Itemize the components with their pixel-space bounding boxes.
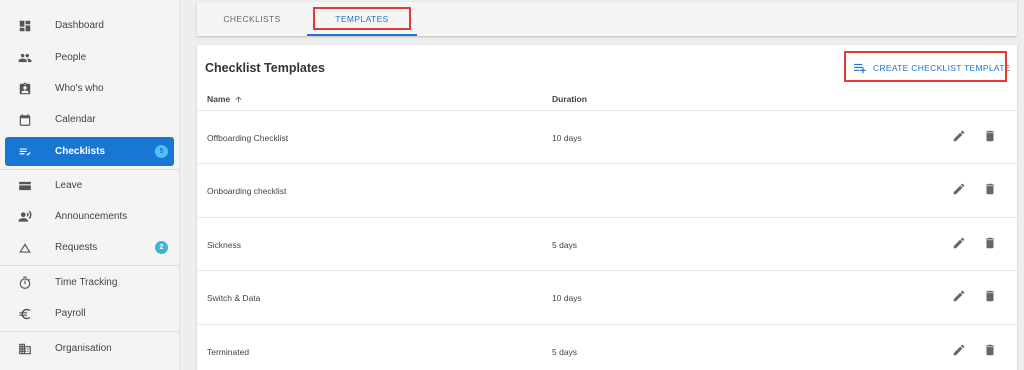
edit-icon[interactable] xyxy=(952,129,966,143)
sidebar-divider xyxy=(0,265,180,266)
sidebar-item-calendar[interactable]: Calendar xyxy=(5,105,174,134)
table-row[interactable]: Sickness 5 days xyxy=(197,217,1017,270)
sidebar-item-time-tracking[interactable]: Time Tracking xyxy=(5,268,174,297)
sidebar-item-organisation[interactable]: Organisation xyxy=(5,334,174,363)
sidebar-item-dashboard[interactable]: Dashboard xyxy=(5,11,174,40)
edit-icon[interactable] xyxy=(952,182,966,196)
page-title: Checklist Templates xyxy=(205,61,325,75)
template-name: Sickness xyxy=(207,240,242,250)
edit-icon[interactable] xyxy=(952,289,966,303)
sidebar-item-label: Organisation xyxy=(55,343,112,354)
column-header-duration: Duration xyxy=(552,94,587,104)
sidebar-item-label: People xyxy=(55,52,87,63)
column-header-label: Name xyxy=(207,94,231,104)
contact-badge-icon xyxy=(18,82,32,96)
people-icon xyxy=(18,51,32,65)
templates-card: Checklist Templates CREATE CHECKLIST TEM… xyxy=(197,45,1017,370)
checklist-icon xyxy=(18,145,32,159)
sidebar-item-leave[interactable]: Leave xyxy=(5,171,174,200)
template-duration: 5 days xyxy=(552,240,578,250)
template-duration: 10 days xyxy=(552,133,582,143)
edit-icon[interactable] xyxy=(952,343,966,357)
announcement-icon xyxy=(18,210,32,224)
arrow-up-icon xyxy=(235,96,242,102)
template-name: Offboarding Checklist xyxy=(207,133,289,143)
sidebar-item-requests[interactable]: Requests 2 xyxy=(5,233,174,262)
table-row[interactable]: Terminated 5 days xyxy=(197,324,1017,370)
template-name: Switch & Data xyxy=(207,293,261,303)
template-name: Terminated xyxy=(207,347,250,357)
edit-icon[interactable] xyxy=(952,236,966,250)
column-header-name[interactable]: Name xyxy=(207,94,243,104)
triangle-icon xyxy=(18,241,32,255)
active-tab-indicator xyxy=(307,34,417,36)
sidebar-item-label: Calendar xyxy=(55,114,96,125)
tab-checklists[interactable]: CHECKLISTS xyxy=(197,2,307,36)
table-row[interactable]: Onboarding checklist xyxy=(197,163,1017,216)
sidebar-item-label: Requests xyxy=(55,242,98,253)
stopwatch-icon xyxy=(18,276,32,290)
delete-icon[interactable] xyxy=(983,343,997,357)
delete-icon[interactable] xyxy=(983,236,997,250)
template-duration: 10 days xyxy=(552,293,582,303)
leave-icon xyxy=(18,179,32,193)
sidebar-item-people[interactable]: People xyxy=(5,43,174,72)
sidebar-item-label: Leave xyxy=(55,180,83,191)
sidebar-item-label: Announcements xyxy=(55,211,128,222)
sidebar-item-payroll[interactable]: Payroll xyxy=(5,299,174,328)
highlight-box xyxy=(844,51,1007,82)
euro-icon xyxy=(18,307,32,321)
sidebar: Dashboard People Who's who Calendar Chec… xyxy=(0,0,180,370)
template-duration: 5 days xyxy=(552,347,578,357)
sidebar-divider xyxy=(0,169,180,170)
template-name: Onboarding checklist xyxy=(207,186,287,196)
highlight-box xyxy=(313,7,411,30)
column-header-label: Duration xyxy=(552,94,587,104)
calendar-icon xyxy=(18,113,32,127)
delete-icon[interactable] xyxy=(983,129,997,143)
sidebar-item-label: Dashboard xyxy=(55,20,104,31)
sidebar-item-label: Checklists xyxy=(55,146,106,157)
table-row[interactable]: Switch & Data 10 days xyxy=(197,270,1017,323)
table-row[interactable]: Offboarding Checklist 10 days xyxy=(197,110,1017,163)
building-icon xyxy=(18,342,32,356)
dashboard-icon xyxy=(18,19,32,33)
sidebar-item-whos-who[interactable]: Who's who xyxy=(5,74,174,103)
delete-icon[interactable] xyxy=(983,182,997,196)
requests-count-badge: 2 xyxy=(155,241,168,254)
sidebar-item-label: Payroll xyxy=(55,308,86,319)
sidebar-item-label: Who's who xyxy=(55,83,104,94)
sidebar-divider xyxy=(0,331,180,332)
delete-icon[interactable] xyxy=(983,289,997,303)
checklists-count-badge: 5 xyxy=(155,145,168,158)
sidebar-item-label: Time Tracking xyxy=(55,277,118,288)
tab-bar: CHECKLISTS TEMPLATES xyxy=(197,2,1017,36)
sidebar-item-checklists[interactable]: Checklists 5 xyxy=(5,137,174,166)
sidebar-item-announcements[interactable]: Announcements xyxy=(5,202,174,231)
